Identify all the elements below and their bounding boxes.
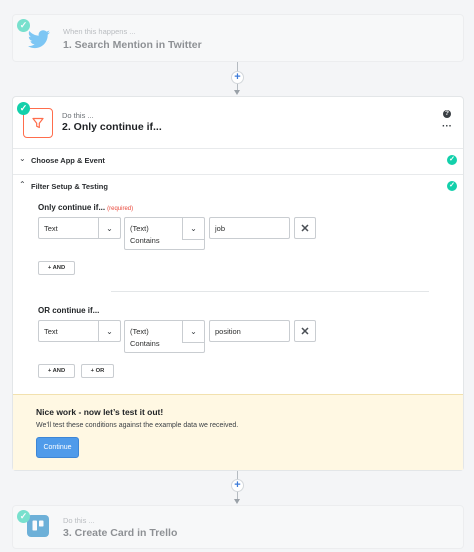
chevron-down-icon: ⌄ (19, 154, 26, 163)
completed-check-icon: ✓ (17, 510, 30, 523)
action-title: 3. Create Card in Trello (63, 527, 178, 539)
filter-step-card: ✓ Do this ... 2. Only continue if... ? ·… (12, 96, 464, 471)
condition-operator: Contains (130, 339, 160, 348)
remove-condition-button[interactable]: ✕ (294, 320, 316, 342)
field-select-value: Text (44, 224, 58, 233)
trigger-prefix: When this happens ... (63, 27, 136, 36)
completed-check-icon: ✓ (17, 102, 30, 115)
value-input[interactable]: position (209, 320, 290, 342)
filter-title: 2. Only continue if... (62, 121, 162, 133)
test-notice-banner: Nice work - now let’s test it out! We’ll… (13, 394, 463, 470)
required-indicator: (required) (107, 206, 134, 212)
add-and-button[interactable]: + AND (38, 364, 75, 378)
condition-select[interactable]: (Text) Contains ⌄ (124, 217, 205, 250)
section-filter-setup[interactable]: ⌃ Filter Setup & Testing ✓ (13, 174, 463, 198)
add-or-button[interactable]: + OR (81, 364, 114, 378)
chevron-down-icon: ⌄ (182, 321, 204, 343)
check-circle-icon: ✓ (447, 155, 457, 165)
field-select[interactable]: Text ⌄ (38, 320, 121, 342)
action-step-card[interactable]: ✓ Do this ... 3. Create Card in Trello (12, 505, 464, 549)
check-circle-icon: ✓ (447, 181, 457, 191)
add-step-button[interactable]: + (231, 479, 244, 492)
condition-select[interactable]: (Text) Contains ⌄ (124, 320, 205, 353)
trello-icon (27, 515, 49, 537)
condition-type: (Text) (130, 327, 149, 336)
section-label: Choose App & Event (31, 156, 105, 165)
chevron-down-icon: ⌄ (182, 218, 204, 240)
help-icon[interactable]: ? (443, 110, 451, 118)
field-select-value: Text (44, 327, 58, 336)
notice-text: We’ll test these conditions against the … (36, 422, 239, 429)
section-choose-app[interactable]: ⌄ Choose App & Event ✓ (13, 148, 463, 172)
section-label: Filter Setup & Testing (31, 182, 108, 191)
notice-title: Nice work - now let’s test it out! (36, 407, 164, 417)
group-label-text: Only continue if... (38, 203, 106, 212)
add-and-button[interactable]: + AND (38, 261, 75, 275)
group-label: OR continue if... (38, 306, 99, 315)
chevron-up-icon: ⌃ (19, 180, 26, 189)
remove-condition-button[interactable]: ✕ (294, 217, 316, 239)
group-label-text: OR continue if... (38, 306, 100, 315)
arrow-down-icon (234, 90, 240, 95)
more-options-icon[interactable]: ··· (442, 121, 452, 132)
trigger-title: 1. Search Mention in Twitter (63, 39, 202, 51)
arrow-down-icon (234, 499, 240, 504)
filter-prefix: Do this ... (62, 111, 94, 120)
completed-check-icon: ✓ (17, 19, 30, 32)
continue-button[interactable]: Continue (36, 437, 79, 458)
condition-type: (Text) (130, 224, 149, 233)
field-select[interactable]: Text ⌄ (38, 217, 121, 239)
condition-operator: Contains (130, 236, 160, 245)
chevron-down-icon: ⌄ (98, 321, 120, 341)
chevron-down-icon: ⌄ (98, 218, 120, 238)
trigger-step-card[interactable]: ✓ When this happens ... 1. Search Mentio… (12, 14, 464, 62)
value-input[interactable]: job (209, 217, 290, 239)
action-prefix: Do this ... (63, 516, 95, 525)
add-step-button[interactable]: + (231, 71, 244, 84)
group-label: Only continue if... (required) (38, 203, 133, 212)
divider (111, 291, 429, 292)
